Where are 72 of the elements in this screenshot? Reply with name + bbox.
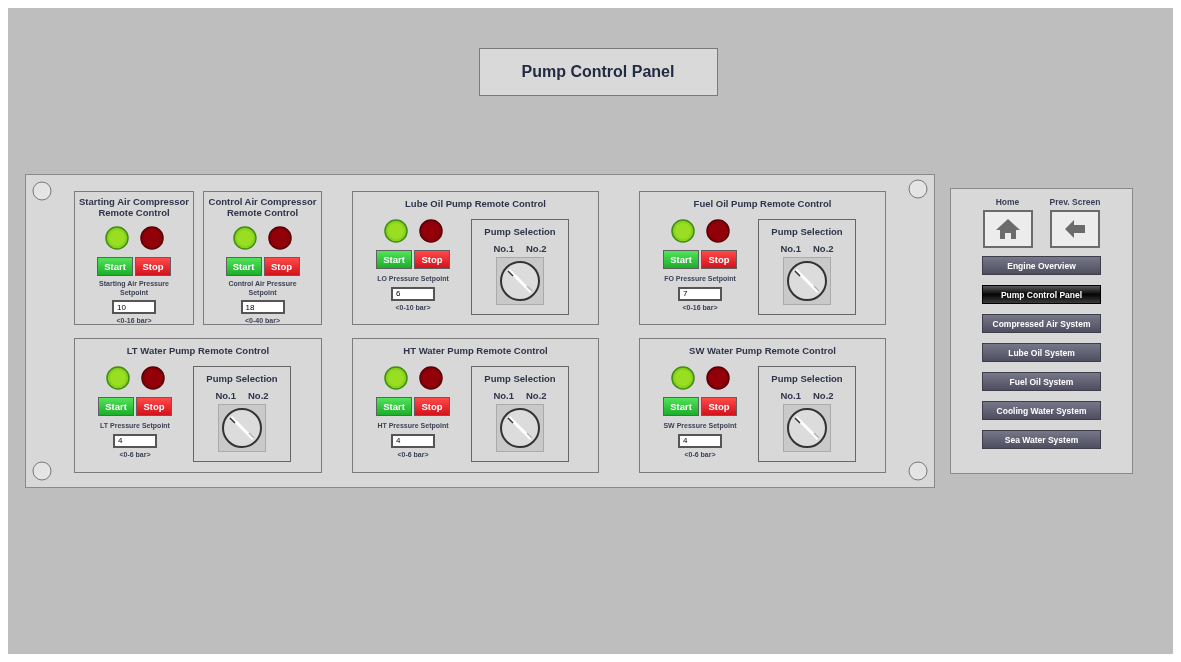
screw-icon (32, 181, 52, 201)
nav-button[interactable]: Sea Water System (982, 430, 1101, 449)
card-title: Starting Air Compressor Remote Control (78, 196, 190, 218)
selection-title: Pump Selection (484, 226, 556, 237)
option-label: No.2 (526, 390, 547, 401)
screw-icon (908, 179, 928, 199)
back-button[interactable] (1050, 210, 1100, 248)
card-title: SW Water Pump Remote Control (688, 344, 837, 356)
option-label: No.1 (780, 243, 801, 254)
option-label: No.2 (813, 390, 834, 401)
option-label: No.1 (493, 243, 514, 254)
button-label: Home (995, 197, 1020, 207)
nav-button[interactable]: Fuel Oil System (982, 372, 1101, 391)
stop-button[interactable]: Stop (263, 257, 300, 276)
running-lamp (670, 366, 695, 390)
running-lamp (233, 226, 257, 250)
screw-icon (32, 461, 52, 481)
stopped-lamp (705, 366, 730, 390)
stopped-lamp (418, 366, 443, 390)
nav-button[interactable]: Compressed Air System (982, 314, 1101, 333)
stopped-lamp (418, 219, 443, 243)
selector-switch[interactable] (783, 404, 831, 452)
nav-button[interactable]: Lube Oil System (982, 343, 1101, 362)
selector-switch[interactable] (218, 404, 266, 452)
option-label: No.2 (526, 243, 547, 254)
setpoint-field[interactable]: 10 (112, 300, 156, 314)
stopped-lamp (268, 226, 292, 250)
nav-button[interactable]: Pump Control Panel (982, 285, 1101, 304)
setpoint-field[interactable]: 18 (240, 300, 285, 314)
option-label: No.2 (248, 390, 269, 401)
running-lamp (105, 366, 130, 390)
card-title: Fuel Oil Pump Remote Control (692, 197, 833, 209)
running-lamp (383, 219, 408, 243)
selector-switch[interactable] (496, 257, 544, 305)
stop-button[interactable]: Stop (136, 397, 172, 416)
stopped-lamp (139, 226, 164, 250)
stopped-lamp (140, 366, 165, 390)
selection-title: Pump Selection (771, 226, 843, 237)
stopped-lamp (705, 219, 730, 243)
option-label: No.1 (780, 390, 801, 401)
option-label: No.2 (813, 243, 834, 254)
selection-title: Pump Selection (771, 373, 843, 384)
card-title: Lube Oil Pump Remote Control (404, 197, 547, 209)
card-title: HT Water Pump Remote Control (402, 344, 549, 356)
running-lamp (104, 226, 129, 250)
stop-button[interactable]: Stop (414, 250, 450, 269)
setpoint-field[interactable]: 6 (391, 286, 435, 301)
button-label: Prev. Screen (1049, 197, 1101, 207)
stop-button[interactable]: Stop (135, 257, 171, 276)
running-lamp (670, 219, 695, 243)
setpoint-field[interactable]: 4 (391, 433, 435, 448)
option-label: No.1 (215, 390, 236, 401)
setpoint-field[interactable]: 4 (678, 433, 722, 448)
running-lamp (383, 366, 408, 390)
home-icon (994, 218, 1021, 240)
selection-title: Pump Selection (484, 373, 556, 384)
stop-button[interactable]: Stop (701, 250, 737, 269)
selector-switch[interactable] (496, 404, 544, 452)
card-title: LT Water Pump Remote Control (125, 344, 271, 356)
nav-button[interactable]: Engine Overview (982, 256, 1101, 275)
setpoint-field[interactable]: 4 (113, 433, 157, 448)
setpoint-field[interactable]: 7 (678, 286, 722, 301)
panel-title: Pump Control Panel (478, 48, 718, 96)
card-title: Control Air Compressor Remote Control (207, 196, 318, 218)
option-label: No.1 (493, 390, 514, 401)
nav-button[interactable]: Cooling Water System (982, 401, 1101, 420)
selection-title: Pump Selection (206, 373, 278, 384)
home-button[interactable] (982, 210, 1033, 248)
stop-button[interactable]: Stop (414, 397, 450, 416)
stop-button[interactable]: Stop (701, 397, 737, 416)
screw-icon (908, 461, 928, 481)
selector-switch[interactable] (783, 257, 831, 305)
